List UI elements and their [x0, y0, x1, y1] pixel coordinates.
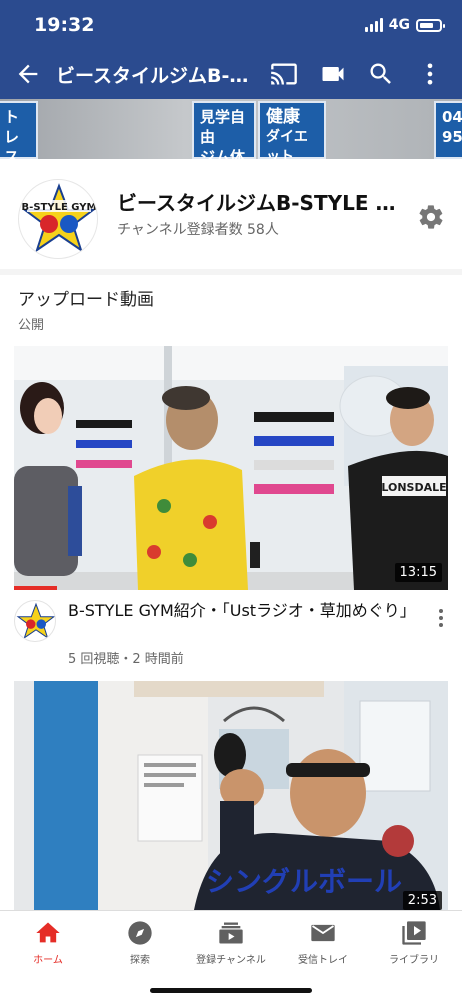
section-heading: アップロード動画: [18, 290, 154, 310]
back-arrow-icon[interactable]: [14, 60, 42, 88]
nav-label: 受信トレイ: [298, 955, 348, 966]
avatar[interactable]: [14, 600, 56, 642]
video-thumbnail-image: LONSDALE: [14, 346, 448, 590]
nav-inbox[interactable]: 受信トレイ: [277, 919, 369, 966]
video-duration: 13:15: [394, 563, 442, 582]
nav-home[interactable]: ホーム: [2, 919, 94, 966]
gear-icon[interactable]: [417, 203, 445, 231]
status-time: 19:32: [34, 14, 95, 36]
top-bar: 19:32 4G ビースタイルジムB-STYLE GYM: [0, 0, 462, 99]
channel-banner: トレス数 見学自由ジム体験 健康ダイエット 0495: [0, 99, 462, 159]
section-subheading: 公開: [18, 318, 45, 333]
camera-icon[interactable]: [319, 60, 347, 88]
banner-sign: 見学自由ジム体験: [192, 101, 256, 159]
nav-explore[interactable]: 探索: [94, 919, 186, 966]
nav-library[interactable]: ライブラリ: [368, 919, 460, 966]
channel-logo-image: B-STYLE GYM: [22, 183, 97, 253]
subscriber-count: チャンネル登録者数 58人: [117, 222, 279, 238]
signal-icon: [364, 18, 383, 32]
network-type: 4G: [388, 17, 410, 33]
nav-label: 探索: [130, 955, 150, 966]
cast-icon[interactable]: [270, 60, 298, 88]
video-thumbnail[interactable]: LONSDALE 13:15: [14, 346, 448, 590]
subscriptions-icon: [219, 922, 243, 944]
battery-icon: [416, 18, 445, 32]
watch-progress-bar: [14, 586, 58, 590]
uploads-section-header: アップロード動画 公開: [18, 285, 154, 333]
channel-name: ビースタイルジムB-STYLE GYM: [117, 191, 397, 215]
inbox-icon: [311, 924, 335, 942]
video-duration: 2:53: [402, 891, 442, 910]
page-title: ビースタイルジムB-STYLE GYM: [56, 65, 256, 87]
channel-logo[interactable]: B-STYLE GYM: [18, 179, 98, 259]
search-icon[interactable]: [367, 60, 395, 88]
channel-avatar-image: [16, 602, 55, 640]
svg-text:B-STYLE GYM: B-STYLE GYM: [22, 202, 97, 213]
banner-sign: 04 95: [434, 101, 462, 159]
home-indicator: [150, 988, 312, 993]
nav-label: 登録チャンネル: [196, 955, 266, 966]
more-vert-icon[interactable]: [434, 606, 448, 630]
video-caption: シングルボール: [206, 865, 402, 898]
bottom-navigation: ホーム 探索 登録チャンネル 受信トレイ ライブラリ: [0, 910, 462, 1000]
channel-header: B-STYLE GYM ビースタイルジムB-STYLE GYM チャンネル登録者…: [0, 159, 462, 269]
video-info: 5 回視聴・2 時間前: [68, 652, 184, 667]
svg-text:LONSDALE: LONSDALE: [381, 481, 446, 494]
banner-sign: トレス数: [0, 101, 38, 159]
more-options-icon[interactable]: [416, 60, 444, 88]
nav-label: ライブラリ: [389, 955, 439, 966]
video-meta: B-STYLE GYM紹介・「Ustラジオ・草加めぐり」 5 回視聴・2 時間前: [14, 600, 448, 667]
nav-subscriptions[interactable]: 登録チャンネル: [185, 919, 277, 966]
video-thumbnail-image: シングルボール: [14, 681, 448, 910]
status-right: 4G: [364, 17, 445, 33]
section-divider: [0, 269, 462, 275]
explore-icon: [128, 921, 152, 945]
app-bar: ビースタイルジムB-STYLE GYM: [0, 50, 462, 98]
video-title[interactable]: B-STYLE GYM紹介・「Ustラジオ・草加めぐり」: [68, 600, 416, 622]
nav-label: ホーム: [33, 955, 63, 966]
library-icon: [402, 921, 426, 945]
status-bar: 19:32 4G: [0, 0, 462, 50]
home-icon: [36, 922, 60, 943]
video-thumbnail[interactable]: シングルボール 2:53: [14, 681, 448, 910]
banner-sign: 健康 ダイエット: [258, 101, 326, 159]
